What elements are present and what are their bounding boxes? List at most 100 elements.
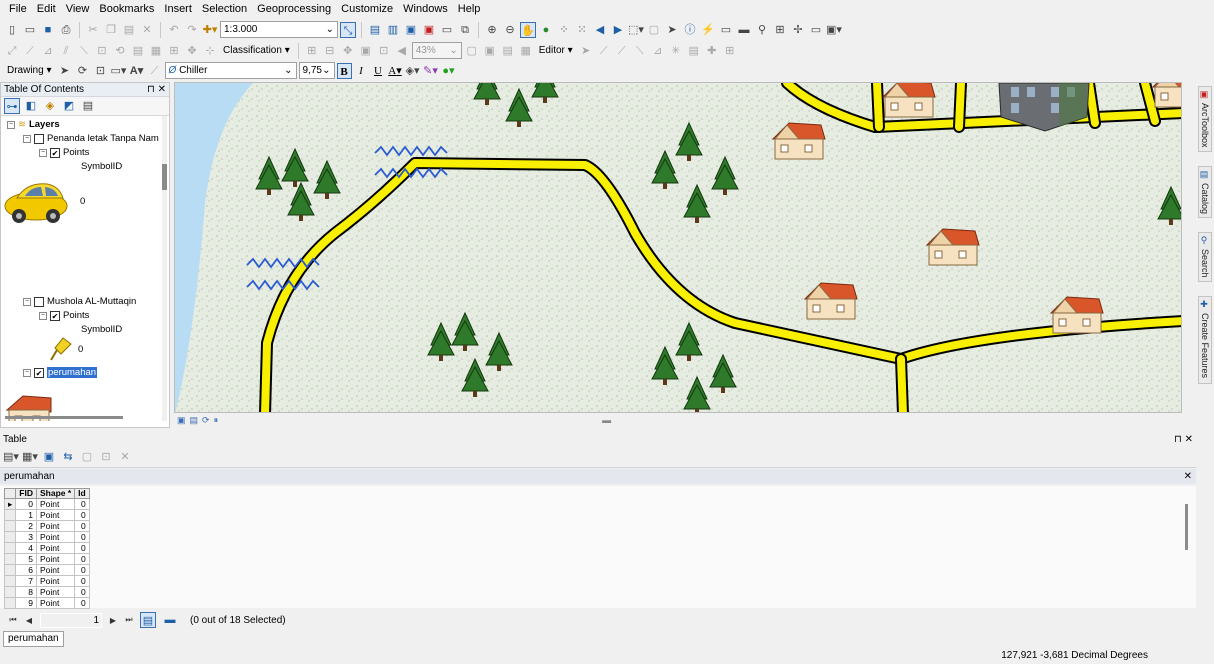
sketch-properties-icon[interactable]: ▦ <box>148 43 164 59</box>
row-selector[interactable] <box>3 531 17 543</box>
cell-shape[interactable]: Point <box>35 520 76 532</box>
next-record-icon[interactable]: ▶ <box>108 616 118 625</box>
data-view-icon[interactable]: ▣ <box>177 415 186 426</box>
measure-icon[interactable]: ▬ <box>736 22 752 38</box>
straight-segment-icon[interactable]: ⟋ <box>22 43 38 59</box>
cell-id[interactable]: 0 <box>74 542 90 554</box>
paste-icon[interactable]: ▤ <box>121 22 137 38</box>
splitter-handle[interactable]: ▬ <box>602 415 611 425</box>
cell-id[interactable]: 0 <box>74 531 90 543</box>
tab-arctoolbox[interactable]: ▣ ArcToolbox <box>1198 86 1212 152</box>
row-selector[interactable] <box>3 564 17 576</box>
redo-icon[interactable]: ↷ <box>184 22 200 38</box>
menu-selection[interactable]: Selection <box>197 0 252 19</box>
current-record-input[interactable]: 1 <box>40 612 102 628</box>
save-icon[interactable]: ■ <box>40 22 56 38</box>
collapse-icon[interactable]: − <box>39 148 47 157</box>
switch-selection-icon[interactable]: ⇆ <box>60 449 76 465</box>
table-row[interactable]: 6 Point 0 <box>3 564 90 576</box>
data-driven-pages-icon[interactable]: ▦ <box>518 43 534 59</box>
table-row[interactable]: 1 Point 0 <box>3 509 90 521</box>
zoom-to-elements-icon[interactable]: ⊡ <box>93 63 109 79</box>
fixed-zoom-in-icon[interactable]: ⁘ <box>556 22 572 38</box>
go-to-xy-icon[interactable]: ✢ <box>790 22 806 38</box>
hyperlink-icon[interactable]: ⚡ <box>700 22 716 38</box>
show-all-records-icon[interactable]: ▤ <box>140 612 156 628</box>
catalog-icon[interactable]: ▥ <box>385 22 401 38</box>
related-tables-icon[interactable]: ▦▾ <box>22 449 38 465</box>
grid-vertical-scrollbar[interactable] <box>1185 504 1188 550</box>
cell-id[interactable]: 0 <box>74 498 90 510</box>
clear-selection-table-icon[interactable]: ▢ <box>79 449 95 465</box>
collapse-icon[interactable]: − <box>23 134 31 143</box>
cell-fid[interactable]: 8 <box>15 586 37 598</box>
cell-fid[interactable]: 2 <box>15 520 37 532</box>
delete-icon[interactable]: ✕ <box>139 22 155 38</box>
select-elements-icon[interactable]: ➤ <box>664 22 680 38</box>
row-selector[interactable] <box>3 509 17 521</box>
cell-shape[interactable]: Point <box>35 575 76 587</box>
last-record-icon[interactable]: ⏭ <box>124 615 134 625</box>
rotate-element-icon[interactable]: ⟳ <box>75 63 91 79</box>
collapse-icon[interactable]: − <box>23 297 31 306</box>
editor-menu-dropdown[interactable]: Editor ▾ <box>536 45 576 56</box>
select-by-attributes-icon[interactable]: ▣ <box>41 449 57 465</box>
find-icon[interactable]: ⚲ <box>754 22 770 38</box>
layer-visibility-checkbox[interactable] <box>34 133 44 144</box>
print-icon[interactable]: ⎙ <box>58 22 74 38</box>
layout-back-icon[interactable]: ◀ <box>394 43 410 59</box>
cell-fid[interactable]: 1 <box>15 509 37 521</box>
toc-options-icon[interactable]: ▤ <box>80 98 96 114</box>
table-row[interactable]: 9 Point 0 <box>3 597 90 609</box>
cell-shape[interactable]: Point <box>35 553 76 565</box>
menu-windows[interactable]: Windows <box>398 0 453 19</box>
select-features-icon[interactable]: ⬚▾ <box>628 22 644 38</box>
list-by-source-icon[interactable]: ◧ <box>23 98 39 114</box>
table-row[interactable]: 4 Point 0 <box>3 542 90 554</box>
sublayer-visibility-checkbox[interactable]: ✔ <box>50 147 60 158</box>
rotate-tool-icon[interactable]: ✳ <box>668 43 684 59</box>
menu-bookmarks[interactable]: Bookmarks <box>94 0 159 19</box>
map-view[interactable] <box>174 82 1182 413</box>
tab-catalog[interactable]: ▤ Catalog <box>1198 166 1212 218</box>
first-record-icon[interactable]: ⏮ <box>8 615 18 625</box>
attributes-window-icon[interactable]: ▤ <box>686 43 702 59</box>
editor-toolbar-icon[interactable]: ⤡ <box>340 21 356 38</box>
layout-pan-icon[interactable]: ✥ <box>340 43 356 59</box>
font-name-combo[interactable]: Ø Chiller ⌄ <box>164 62 297 79</box>
attributes-icon[interactable]: ▤ <box>130 43 146 59</box>
split-tool-icon[interactable]: ⊿ <box>650 43 666 59</box>
zoom-out-icon[interactable]: ⊖ <box>502 22 518 38</box>
topology-icon[interactable]: ⊞ <box>166 43 182 59</box>
menu-geoprocessing[interactable]: Geoprocessing <box>252 0 336 19</box>
cell-fid[interactable]: 9 <box>15 597 37 609</box>
focus-data-frame-icon[interactable]: ▣ <box>482 43 498 59</box>
zoom-percent-combo[interactable]: 43% ⌄ <box>411 42 462 59</box>
legend-car-symbol[interactable]: 0 <box>3 176 85 226</box>
undo-icon[interactable]: ↶ <box>166 22 182 38</box>
cell-id[interactable]: 0 <box>74 586 90 598</box>
cell-id[interactable]: 0 <box>74 564 90 576</box>
close-icon[interactable]: ✕ <box>158 84 166 95</box>
rectangle-tool-icon[interactable]: ▭▾ <box>111 63 127 79</box>
text-tool-icon[interactable]: A▾ <box>129 63 145 79</box>
html-popup-icon[interactable]: ▭ <box>718 22 734 38</box>
italic-button[interactable]: I <box>354 63 369 79</box>
search-window-icon[interactable]: ▣ <box>403 22 419 38</box>
edit-tool-icon[interactable]: ⤢ <box>4 43 20 59</box>
list-by-selection-icon[interactable]: ◩ <box>61 98 77 114</box>
cell-fid[interactable]: 4 <box>15 542 37 554</box>
time-slider-icon[interactable]: ▭ <box>808 22 824 38</box>
cell-shape[interactable]: Point <box>35 498 76 510</box>
cell-id[interactable]: 0 <box>74 509 90 521</box>
cell-shape[interactable]: Point <box>35 597 76 609</box>
close-icon[interactable]: ✕ <box>1184 471 1192 482</box>
create-viewer-window-icon[interactable]: ▣▾ <box>826 22 842 38</box>
layer-penanda[interactable]: − Penanda letak Tanpa Nam <box>23 133 159 144</box>
cell-fid[interactable]: 6 <box>15 564 37 576</box>
zoom-to-selected-icon[interactable]: ⊡ <box>98 449 114 465</box>
cut-icon[interactable]: ✂ <box>85 22 101 38</box>
column-header-shape[interactable]: Shape * <box>35 488 76 499</box>
map-scale-combo[interactable]: 1:3.000 ⌄ <box>220 21 338 38</box>
row-selector[interactable] <box>3 520 17 532</box>
